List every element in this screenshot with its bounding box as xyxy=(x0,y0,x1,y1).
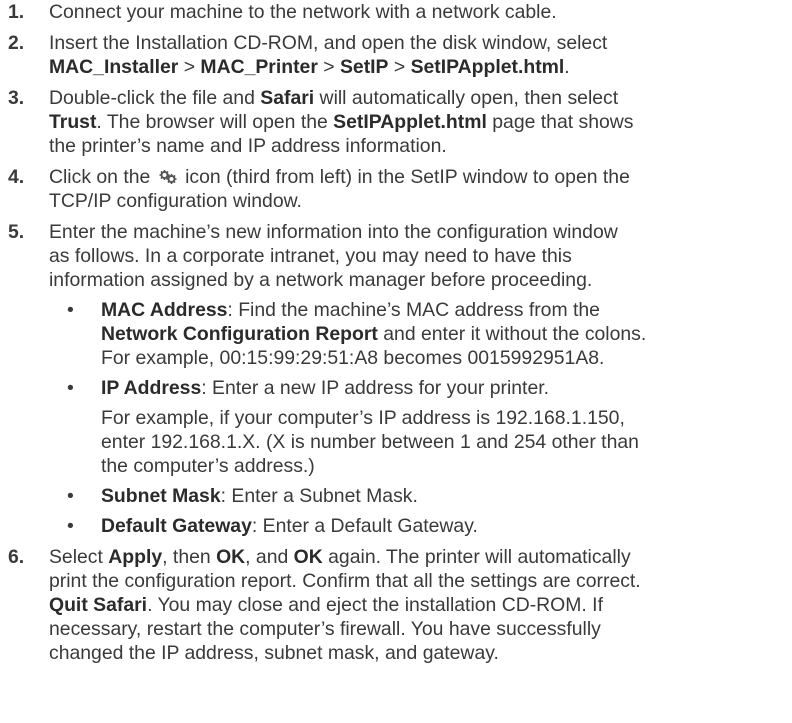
text-line: IP Address: Enter a new IP address for y… xyxy=(101,376,788,400)
text-segment: : Enter a Default Gateway. xyxy=(251,515,478,537)
text-line: Connect your machine to the network with… xyxy=(49,0,788,24)
bullet-glyph: • xyxy=(67,299,74,321)
bold-term: MAC_Installer xyxy=(49,56,179,78)
bold-term: SetIP xyxy=(339,56,389,78)
text-line: Quit Safari. You may close and eject the… xyxy=(49,593,788,617)
bullet-list: • MAC Address: Find the machine’s MAC add… xyxy=(49,298,788,538)
step-item: 6. Select Apply, then OK, and OK again. T… xyxy=(8,545,788,665)
text-line: For example, if your computer’s IP addre… xyxy=(101,406,788,430)
bold-term: Subnet Mask xyxy=(101,485,221,507)
text-segment: Insert the Installation CD-ROM, and open… xyxy=(49,32,608,54)
gear-icon xyxy=(159,170,177,184)
step-number: 6. xyxy=(8,546,25,568)
text-line: For example, 00:15:99:29:51:A8 becomes 0… xyxy=(101,346,788,370)
text-line: print the configuration report. Confirm … xyxy=(49,569,788,593)
text-line: Default Gateway: Enter a Default Gateway… xyxy=(101,514,788,538)
text-segment: : Enter a Subnet Mask. xyxy=(220,485,418,507)
text-segment: changed the IP address, subnet mask, and… xyxy=(49,642,499,664)
text-line: Network Configuration Report and enter i… xyxy=(101,322,788,346)
bold-term: Default Gateway xyxy=(101,515,252,537)
text-segment: information assigned by a network manage… xyxy=(49,269,593,291)
bold-term: Trust xyxy=(49,111,97,133)
text-segment: > xyxy=(178,56,201,78)
step-item: 1. Connect your machine to the network wi… xyxy=(8,0,788,24)
bullet-item: • IP Address: Enter a new IP address for … xyxy=(67,376,788,478)
text-line: information assigned by a network manage… xyxy=(49,268,788,292)
bold-term: MAC_Printer xyxy=(200,56,318,78)
text-segment: Click on the xyxy=(49,166,156,188)
text-line: as follows. In a corporate intranet, you… xyxy=(49,244,788,268)
step-item: 5. Enter the machine’s new information in… xyxy=(8,220,788,538)
text-line: Enter the machine’s new information into… xyxy=(49,220,788,244)
instruction-list: 1. Connect your machine to the network wi… xyxy=(8,0,788,672)
text-line: changed the IP address, subnet mask, and… xyxy=(49,641,788,665)
bold-term: OK xyxy=(293,546,323,568)
text-segment: : Enter a new IP address for your printe… xyxy=(201,377,550,399)
text-line: enter 192.168.1.X. (X is number between … xyxy=(101,430,788,454)
text-segment: . xyxy=(564,56,570,78)
text-segment: > xyxy=(317,56,340,78)
bold-term: SetIPApplet.html xyxy=(333,111,487,133)
text-line: Insert the Installation CD-ROM, and open… xyxy=(49,31,788,55)
step-number: 1. xyxy=(8,1,25,23)
text-line: MAC_Installer > MAC_Printer > SetIP > Se… xyxy=(49,55,788,79)
text-segment: print the configuration report. Confirm … xyxy=(49,570,641,592)
text-line: necessary, restart the computer’s firewa… xyxy=(49,617,788,641)
text-line: the printer’s name and IP address inform… xyxy=(49,134,788,158)
text-segment: the printer’s name and IP address inform… xyxy=(49,135,447,157)
step-item: 2. Insert the Installation CD-ROM, and op… xyxy=(8,31,788,79)
text-segment: : Find the machine’s MAC address from th… xyxy=(227,299,600,321)
text-segment: as follows. In a corporate intranet, you… xyxy=(49,245,572,267)
text-segment: enter 192.168.1.X. (X is number between … xyxy=(101,431,639,453)
text-line: TCP/IP configuration window. xyxy=(49,189,788,213)
text-segment: page that shows xyxy=(486,111,634,133)
step-item: 4. Click on the icon (third from left) in… xyxy=(8,165,788,213)
step-item: 3. Double-click the file and Safari will … xyxy=(8,86,788,158)
bullet-item: • Subnet Mask: Enter a Subnet Mask. xyxy=(67,484,788,508)
bold-term: Quit Safari xyxy=(49,594,148,616)
text-segment: Connect your machine to the network with… xyxy=(49,1,557,23)
bold-term: Safari xyxy=(260,87,315,109)
text-segment: > xyxy=(388,56,411,78)
bold-term: IP Address xyxy=(101,377,202,399)
text-segment: necessary, restart the computer’s firewa… xyxy=(49,618,601,640)
text-segment: Double-click the file and xyxy=(49,87,261,109)
text-segment: For example, if your computer’s IP addre… xyxy=(101,407,625,429)
text-line: the computer’s address.) xyxy=(101,454,788,478)
bold-term: SetIPApplet.html xyxy=(410,56,565,78)
text-line: Select Apply, then OK, and OK again. The… xyxy=(49,545,788,569)
bullet-item: • Default Gateway: Enter a Default Gatewa… xyxy=(67,514,788,538)
text-segment: TCP/IP configuration window. xyxy=(49,190,302,212)
text-segment: the computer’s address.) xyxy=(101,455,315,477)
bold-term: Network Configuration Report xyxy=(101,323,378,345)
text-segment: , and xyxy=(245,546,294,568)
text-line: Subnet Mask: Enter a Subnet Mask. xyxy=(101,484,788,508)
text-segment: icon (third from left) in the SetIP wind… xyxy=(179,166,630,188)
bullet-item: • MAC Address: Find the machine’s MAC add… xyxy=(67,298,788,370)
bullet-example: For example, if your computer’s IP addre… xyxy=(101,406,788,478)
text-segment: . The browser will open the xyxy=(96,111,334,133)
text-line: Trust. The browser will open the SetIPAp… xyxy=(49,110,788,134)
text-segment: For example, 00:15:99:29:51:A8 becomes 0… xyxy=(101,347,605,369)
text-segment: will automatically open, then select xyxy=(314,87,619,109)
bold-term: OK xyxy=(216,546,246,568)
step-number: 4. xyxy=(8,166,25,188)
text-segment: , then xyxy=(162,546,217,568)
text-segment: Enter the machine’s new information into… xyxy=(49,221,618,243)
step-number: 5. xyxy=(8,221,25,243)
text-segment: Select xyxy=(49,546,109,568)
step-number: 3. xyxy=(8,87,25,109)
text-line: Double-click the file and Safari will au… xyxy=(49,86,788,110)
text-line: Click on the icon (third from left) in t… xyxy=(49,165,788,189)
bold-term: MAC Address xyxy=(101,299,228,321)
text-segment: and enter it without the colons. xyxy=(377,323,647,345)
bullet-glyph: • xyxy=(67,485,74,507)
bullet-glyph: • xyxy=(67,377,74,399)
bullet-glyph: • xyxy=(67,515,74,537)
bold-term: Apply xyxy=(108,546,163,568)
text-line: MAC Address: Find the machine’s MAC addr… xyxy=(101,298,788,322)
text-segment: again. The printer will automatically xyxy=(322,546,631,568)
step-number: 2. xyxy=(8,32,25,54)
text-segment: . You may close and eject the installati… xyxy=(147,594,603,616)
